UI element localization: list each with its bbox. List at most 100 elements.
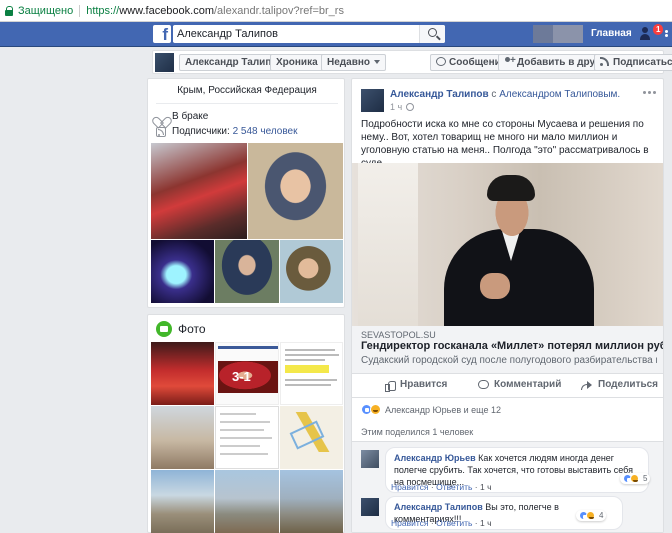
- profile-avatar[interactable]: [155, 53, 174, 72]
- photo-thumbnail[interactable]: [151, 342, 214, 405]
- search-icon: [428, 28, 437, 37]
- search-button[interactable]: [419, 25, 445, 43]
- comment-author-link[interactable]: Александр Талипов: [394, 502, 483, 512]
- photo-thumbnail[interactable]: 3-1: [215, 342, 279, 405]
- text-line: [285, 384, 331, 386]
- comment-actions: Нравится · Ответить · 1 ч: [391, 518, 492, 528]
- share-label: Поделиться: [598, 379, 659, 390]
- comment-reply-link[interactable]: Ответить: [436, 518, 472, 528]
- followers-link[interactable]: 2 548 человек: [233, 126, 298, 137]
- share-button[interactable]: Поделиться: [581, 379, 658, 390]
- photo-thumbnail[interactable]: [280, 470, 343, 533]
- featured-photo[interactable]: [215, 240, 279, 303]
- post-actions: Нравится Комментарий Поделиться: [352, 374, 663, 398]
- photo-thumbnail[interactable]: [280, 342, 343, 405]
- browser-address-bar[interactable]: Защищено https:// www.facebook.com /alex…: [0, 0, 672, 22]
- relationship-row: В браке: [156, 111, 208, 122]
- comment-author-link[interactable]: Александр Юрьев: [394, 453, 476, 463]
- facebook-top-bar: f Главная 1: [0, 22, 672, 47]
- friend-requests-badge: 1: [652, 23, 665, 36]
- comments-area: Александр Юрьев Как хочется людям иногда…: [352, 441, 663, 532]
- comment-icon: [478, 380, 489, 389]
- followers-icon: [156, 126, 166, 137]
- post-coauthor-link[interactable]: Александром Талиповым.: [499, 89, 620, 100]
- post-timestamp: 1 ч: [390, 102, 415, 112]
- comment-reactions[interactable]: 5: [620, 473, 651, 484]
- hair: [487, 175, 535, 201]
- follow-icon: [600, 57, 610, 66]
- reactions-text: Александр Юрьев и еще 12: [385, 404, 501, 415]
- message-icon: [436, 57, 446, 66]
- like-icon: [385, 380, 396, 392]
- more-menu-icon[interactable]: [665, 30, 668, 33]
- address-separator: [79, 4, 81, 17]
- link-source: SEVASTOPOL.SU: [361, 330, 436, 340]
- chevron-down-icon: [374, 60, 380, 65]
- link-description: Судакский городской суд после полугодово…: [361, 355, 657, 366]
- recent-label: Недавно: [327, 57, 370, 68]
- url-scheme: https://: [86, 4, 120, 17]
- comment-reactions-count: 5: [643, 474, 648, 483]
- text-line: [220, 421, 270, 423]
- add-friend-icon: [504, 53, 516, 68]
- photo-thumbnail[interactable]: [151, 470, 214, 533]
- comment-reply-link[interactable]: Ответить: [436, 482, 472, 492]
- text-line: [220, 429, 264, 431]
- post-options-button[interactable]: [643, 89, 657, 95]
- dot: [643, 91, 646, 94]
- recent-button[interactable]: Недавно: [321, 54, 386, 71]
- commenter-avatar[interactable]: [361, 498, 379, 516]
- url-path: /alexandr.talipov?ref=br_rs: [214, 4, 344, 17]
- haha-reaction-icon: [630, 474, 639, 483]
- relationship-text: В браке: [172, 111, 209, 122]
- photo-thumbnail[interactable]: [280, 406, 343, 469]
- comment-like-link[interactable]: Нравится: [391, 482, 429, 492]
- dot: [648, 91, 651, 94]
- comment-time: 1 ч: [479, 518, 492, 528]
- share-icon: [581, 380, 593, 390]
- comment-like-link[interactable]: Нравится: [391, 518, 429, 528]
- comment-reactions[interactable]: 4: [576, 510, 607, 521]
- follow-button[interactable]: Подписаться: [594, 54, 672, 71]
- highlight: [285, 365, 329, 373]
- hand: [480, 273, 510, 299]
- window: [358, 163, 418, 326]
- commenter-avatar[interactable]: [361, 450, 379, 468]
- lock-icon: [4, 5, 14, 16]
- post-author-link[interactable]: Александр Талипов: [390, 89, 489, 100]
- timeline-label: Хроника: [276, 57, 318, 68]
- comment-time: 1 ч: [479, 482, 492, 492]
- haha-reaction-icon: [370, 404, 381, 415]
- featured-photo[interactable]: [151, 143, 247, 239]
- post-card: Александр Талипов с Александром Талиповы…: [351, 78, 664, 533]
- divider: [156, 103, 338, 104]
- score-text: 3-1: [232, 369, 251, 384]
- user-name-redacted[interactable]: [553, 25, 583, 43]
- photos-title-label: Фото: [178, 322, 206, 336]
- facebook-logo[interactable]: f: [153, 25, 171, 44]
- link-preview-meta[interactable]: SEVASTOPOL.SU Гендиректор госканала «Мил…: [352, 326, 663, 374]
- globe-icon: [406, 103, 415, 111]
- reactions-summary[interactable]: Александр Юрьев и еще 12: [361, 404, 501, 415]
- text-line: [220, 437, 272, 439]
- user-avatar[interactable]: [533, 25, 553, 43]
- follow-label: Подписаться: [613, 57, 672, 68]
- search-input[interactable]: [173, 26, 413, 42]
- heart-icon: [156, 112, 166, 122]
- comment-button[interactable]: Комментарий: [478, 379, 561, 390]
- photo-thumbnail[interactable]: [215, 406, 279, 469]
- photo-thumbnail[interactable]: [215, 470, 279, 533]
- link-preview-image[interactable]: [352, 163, 663, 326]
- photos-title[interactable]: Фото: [156, 321, 206, 337]
- featured-photo[interactable]: [248, 143, 343, 239]
- shares-count-link[interactable]: Этим поделился 1 человек: [361, 427, 473, 437]
- text-line: [220, 413, 256, 415]
- home-link[interactable]: Главная: [591, 28, 632, 39]
- like-button[interactable]: Нравится: [385, 379, 447, 392]
- post-time-link[interactable]: 1 ч: [390, 102, 402, 112]
- post-author-avatar[interactable]: [361, 89, 384, 112]
- intro-card: Крым, Российская Федерация В браке Подпи…: [147, 78, 345, 308]
- featured-photo[interactable]: [280, 240, 343, 303]
- photo-thumbnail[interactable]: [151, 406, 214, 469]
- featured-photo[interactable]: [151, 240, 214, 303]
